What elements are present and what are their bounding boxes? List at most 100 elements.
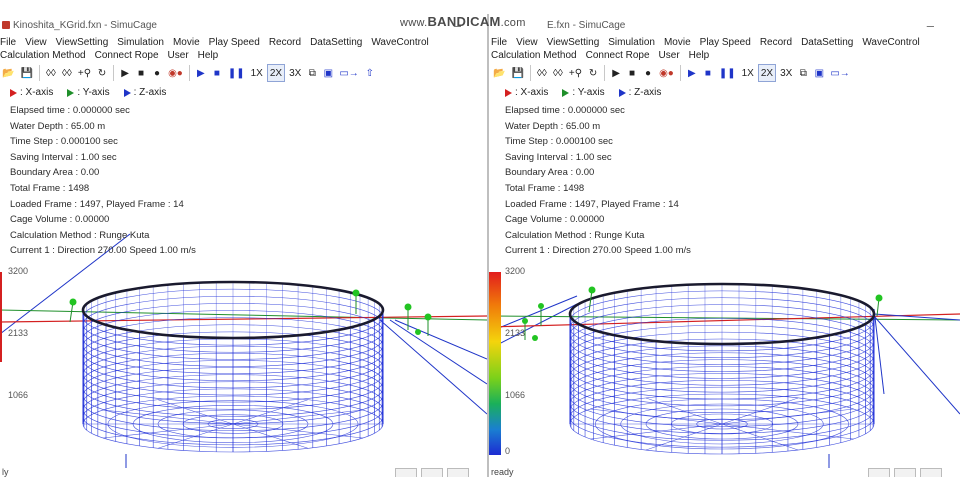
menu-movie[interactable]: Movie (173, 36, 200, 49)
menu-wavecontrol[interactable]: WaveControl (371, 36, 428, 49)
menu-file[interactable]: File (491, 36, 507, 49)
data-icon[interactable]: ▭→ (828, 64, 851, 82)
menu-calculation-method[interactable]: Calculation Method (0, 49, 86, 62)
speed-1x-button[interactable]: 1X (249, 64, 265, 82)
toolbar-divider (188, 65, 190, 81)
y-axis-label: : Y-axis (572, 87, 605, 98)
water-depth: Water Depth : 65.00 m (10, 120, 106, 132)
add-point-icon[interactable]: +⚲ (76, 64, 93, 82)
menu-calculation-method[interactable]: Calculation Method (491, 49, 577, 62)
simulation-viewport[interactable]: : X-axis : Y-axis : Z-axis Elapsed time … (489, 84, 960, 468)
menu-help[interactable]: Help (198, 49, 219, 62)
y-axis-arrow-icon (562, 88, 570, 97)
rotate-icon[interactable]: ↻ (586, 64, 600, 82)
speed-2x-button[interactable]: 2X (757, 64, 777, 82)
movie-stop-icon[interactable]: ■ (701, 64, 715, 82)
movie-pause-icon[interactable]: ❚❚ (226, 64, 247, 82)
minimize-button[interactable]: – (927, 19, 934, 32)
menu-connect-rope[interactable]: Connect Rope (95, 49, 159, 62)
record-camera-icon[interactable]: ◉● (657, 64, 676, 82)
menu-help[interactable]: Help (689, 49, 710, 62)
net-bottom-spoke (157, 399, 234, 425)
speed-2x-button[interactable]: 2X (266, 64, 286, 82)
menu-viewsetting[interactable]: ViewSetting (56, 36, 109, 49)
buoy-marker (538, 303, 544, 309)
menu-movie[interactable]: Movie (664, 36, 691, 49)
mooring-line (379, 319, 487, 415)
net-view-alt-icon[interactable]: ◊◊ (551, 64, 565, 82)
buoy-marker (588, 286, 596, 294)
mooring-line (873, 315, 960, 415)
scale-max-label: 3200 (505, 266, 526, 276)
menu-record[interactable]: Record (760, 36, 792, 49)
total-frame: Total Frame : 1498 (505, 182, 585, 194)
calculation-method: Calculation Method : Runge Kuta (505, 229, 645, 241)
x-axis-label: : X-axis (515, 87, 549, 98)
menu-user[interactable]: User (168, 49, 189, 62)
menu-simulation[interactable]: Simulation (117, 36, 164, 49)
play-icon[interactable]: ▶ (118, 64, 132, 82)
menu-file[interactable]: File (0, 36, 16, 49)
data-icon[interactable]: ▭→ (337, 64, 360, 82)
simulation-viewport[interactable]: : X-axis : Y-axis : Z-axis Elapsed time … (0, 84, 487, 468)
copy-icon[interactable]: ⧉ (796, 64, 810, 82)
add-point-icon[interactable]: +⚲ (567, 64, 584, 82)
x-axis-label: : X-axis (20, 87, 54, 98)
net-view-icon[interactable]: ◊◊ (44, 64, 58, 82)
record-dot-icon[interactable]: ● (641, 64, 655, 82)
menu-simulation[interactable]: Simulation (608, 36, 655, 49)
record-camera-icon[interactable]: ◉● (166, 64, 185, 82)
net-view-icon[interactable]: ◊◊ (535, 64, 549, 82)
calculation-method: Calculation Method : Runge Kuta (10, 229, 150, 241)
current-info: Current 1 : Direction 270.00 Speed 1.00 … (10, 245, 196, 257)
menu-play-speed[interactable]: Play Speed (700, 36, 751, 49)
net-view-alt-icon[interactable]: ◊◊ (60, 64, 74, 82)
menu-viewsetting[interactable]: ViewSetting (547, 36, 600, 49)
scale-mid-label: 2133 (8, 328, 29, 338)
elapsed-time: Elapsed time : 0.000000 sec (10, 105, 130, 116)
speed-1x-button[interactable]: 1X (740, 64, 756, 82)
menu-play-speed[interactable]: Play Speed (209, 36, 260, 49)
menu-connect-rope[interactable]: Connect Rope (586, 49, 650, 62)
open-folder-icon[interactable]: 📂 (0, 64, 16, 82)
simulation-info: Elapsed time : 0.000000 sec Water Depth … (10, 103, 196, 259)
status-text: ly (2, 467, 9, 477)
open-folder-icon[interactable]: 📂 (491, 64, 507, 82)
y-axis-arrow-icon (67, 88, 75, 97)
window-title: E.fxn - SimuCage (547, 19, 626, 31)
rotate-icon[interactable]: ↻ (95, 64, 109, 82)
menu-wavecontrol[interactable]: WaveControl (862, 36, 919, 49)
stop-icon[interactable]: ■ (625, 64, 639, 82)
record-dot-icon[interactable]: ● (150, 64, 164, 82)
toolbar-divider (38, 65, 40, 81)
movie-play-icon[interactable]: ▶ (685, 64, 699, 82)
stop-icon[interactable]: ■ (134, 64, 148, 82)
z-axis-label: : Z-axis (133, 87, 167, 98)
play-icon[interactable]: ▶ (609, 64, 623, 82)
movie-pause-icon[interactable]: ❚❚ (717, 64, 738, 82)
menu-view[interactable]: View (516, 36, 538, 49)
save-icon[interactable]: 💾 (509, 64, 525, 82)
buoy-marker (875, 294, 883, 302)
menu-user[interactable]: User (659, 49, 680, 62)
menu-record[interactable]: Record (269, 36, 301, 49)
speed-3x-button[interactable]: 3X (287, 64, 303, 82)
toolbar-divider (113, 65, 115, 81)
elapsed-time: Elapsed time : 0.000000 sec (505, 105, 625, 116)
export-icon[interactable]: ▣ (321, 64, 335, 82)
menu-view[interactable]: View (25, 36, 47, 49)
save-icon[interactable]: 💾 (18, 64, 34, 82)
movie-stop-icon[interactable]: ■ (210, 64, 224, 82)
net-bottom-spoke (645, 397, 723, 425)
status-pane (894, 468, 916, 477)
upload-icon[interactable]: ⇧ (363, 64, 377, 82)
speed-3x-button[interactable]: 3X (778, 64, 794, 82)
export-icon[interactable]: ▣ (812, 64, 826, 82)
toolbar-divider (604, 65, 606, 81)
menu-bar: File View ViewSetting Simulation Movie P… (0, 36, 487, 62)
menu-datasetting[interactable]: DataSetting (310, 36, 362, 49)
menu-datasetting[interactable]: DataSetting (801, 36, 853, 49)
menu-bar: File View ViewSetting Simulation Movie P… (489, 36, 960, 62)
copy-icon[interactable]: ⧉ (305, 64, 319, 82)
movie-play-icon[interactable]: ▶ (194, 64, 208, 82)
